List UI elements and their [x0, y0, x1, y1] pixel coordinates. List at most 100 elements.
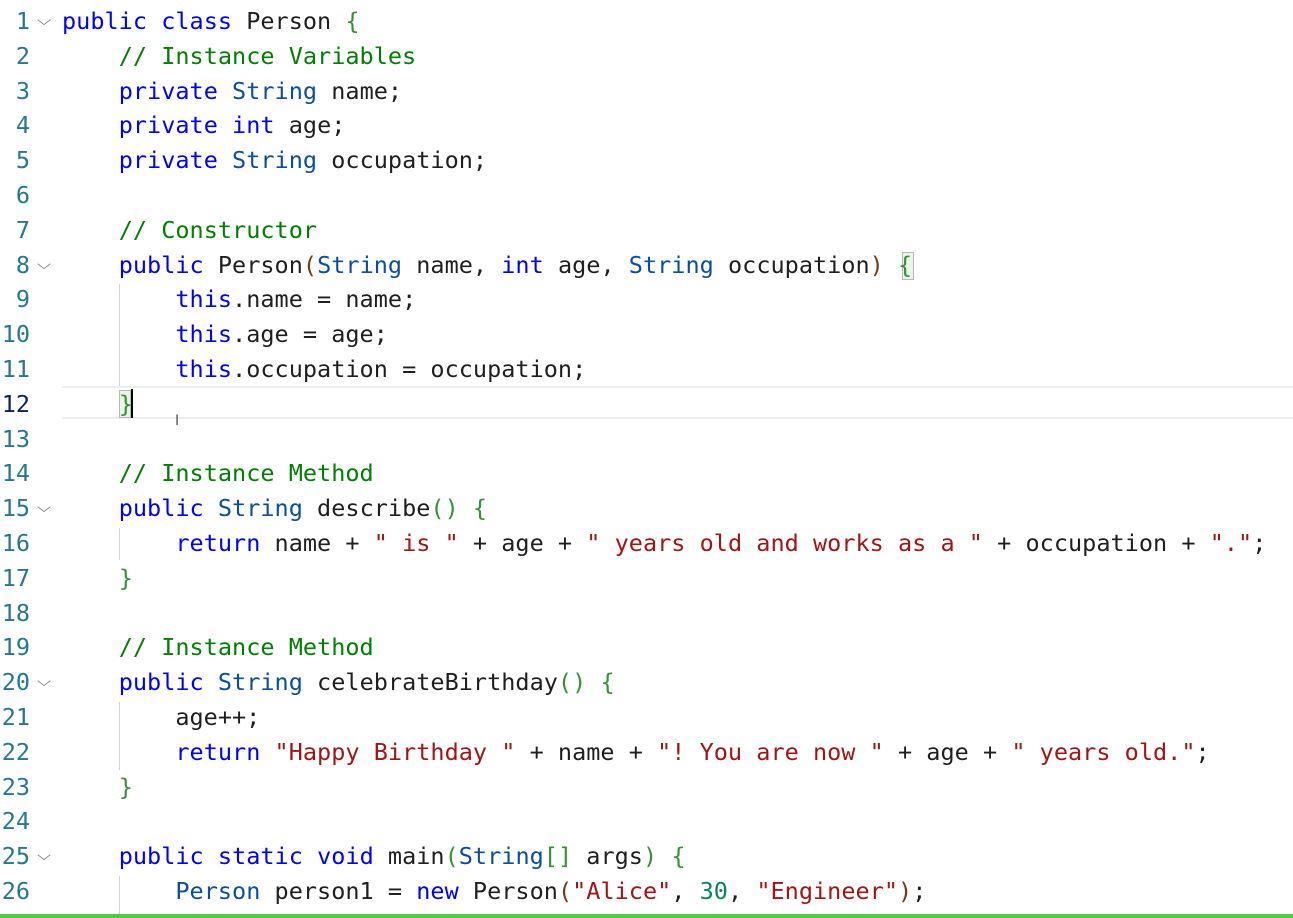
line-number: 15	[1, 494, 30, 523]
code-text[interactable]: return name + " is " + age + " years old…	[62, 526, 1266, 561]
code-text[interactable]: Person person1 = new Person("Alice", 30,…	[62, 874, 926, 909]
code-line[interactable]: 7 // Constructor	[0, 213, 1293, 248]
code-token: String	[317, 250, 403, 279]
code-text[interactable]: // Instance Method	[62, 456, 374, 491]
code-token: name;	[317, 76, 403, 105]
code-token: // Instance Method	[118, 633, 374, 662]
code-text[interactable]: // Instance Variables	[62, 39, 417, 74]
code-line[interactable]: 4 private int age;	[0, 108, 1293, 143]
code-text[interactable]: return "Happy Birthday " + name + "! You…	[62, 735, 1210, 770]
code-line[interactable]: 8 ⌵ public Person(String name, int age, S…	[0, 248, 1293, 283]
line-number: 9	[15, 285, 30, 314]
line-number: 10	[1, 320, 30, 349]
code-editor[interactable]: 1 ⌵ public class Person {2 // Instance Var…	[0, 0, 1293, 918]
code-line[interactable]: 13	[0, 422, 1293, 457]
code-line[interactable]: 5 private String occupation;	[0, 143, 1293, 178]
code-text[interactable]: private int age;	[62, 108, 346, 143]
code-line[interactable]: 15 ⌵ public String describe() {	[0, 491, 1293, 526]
code-token: + occupation +	[982, 528, 1210, 557]
chevron-down-icon[interactable]: ⌵	[34, 491, 55, 526]
code-line[interactable]: 9 this.name = name;	[0, 282, 1293, 317]
code-line[interactable]: 20 ⌵ public String celebrateBirthday() {	[0, 665, 1293, 700]
code-line[interactable]: 22 return "Happy Birthday " + name + "! …	[0, 735, 1293, 770]
code-line[interactable]: 18	[0, 596, 1293, 631]
code-line[interactable]: 21 age++;	[0, 700, 1293, 735]
code-line[interactable]: 24	[0, 804, 1293, 839]
code-text[interactable]: private String occupation;	[62, 143, 487, 178]
code-text[interactable]: this.occupation = occupation;	[62, 352, 586, 387]
code-text[interactable]: public String describe() {	[62, 491, 487, 526]
code-line[interactable]: 3 private String name;	[0, 74, 1293, 109]
code-token: "! You are now "	[657, 737, 884, 766]
code-token: + age +	[458, 528, 587, 557]
code-text[interactable]: public String celebrateBirthday() {	[62, 665, 615, 700]
code-token: int	[232, 111, 275, 140]
code-token: // Instance Method	[118, 459, 374, 488]
code-token: public	[118, 494, 204, 523]
code-token: int	[501, 250, 544, 279]
code-line[interactable]: 16 return name + " is " + age + " years …	[0, 526, 1293, 561]
code-token: ;	[1252, 528, 1267, 557]
code-text[interactable]: this.name = name;	[62, 282, 416, 317]
code-token: {	[898, 250, 913, 279]
code-text[interactable]: age++;	[62, 700, 260, 735]
code-line[interactable]: 19 // Instance Method	[0, 630, 1293, 665]
chevron-down-icon[interactable]: ⌵	[34, 665, 55, 700]
code-text[interactable]: }	[62, 387, 133, 422]
code-text[interactable]: // Instance Method	[62, 630, 374, 665]
code-token: class	[161, 7, 233, 35]
chevron-down-icon[interactable]: ⌵	[34, 839, 55, 874]
code-token: return	[175, 528, 261, 557]
code-token: args	[572, 842, 643, 871]
code-token: "."	[1209, 528, 1253, 557]
code-text[interactable]: private String name;	[62, 74, 402, 109]
editor-bottom-border	[0, 914, 1293, 918]
code-text[interactable]: }	[62, 561, 133, 596]
code-text[interactable]: this.age = age;	[62, 317, 388, 352]
code-line[interactable]: 17 }	[0, 561, 1293, 596]
code-token: return	[175, 737, 261, 766]
code-token: private	[118, 111, 218, 140]
code-line[interactable]: 23 }	[0, 770, 1293, 805]
code-token: String	[217, 494, 303, 523]
code-text[interactable]: }	[62, 770, 133, 805]
code-token: + name +	[515, 737, 658, 766]
code-line[interactable]: 10 this.age = age;	[0, 317, 1293, 352]
line-number: 18	[1, 598, 30, 627]
code-line[interactable]: 6	[0, 178, 1293, 213]
code-text[interactable]: public Person(String name, int age, Stri…	[62, 248, 912, 283]
code-line[interactable]: 12 }	[0, 387, 1293, 422]
chevron-down-icon[interactable]: ⌵	[34, 248, 55, 283]
code-line[interactable]: 2 // Instance Variables	[0, 39, 1293, 74]
code-text[interactable]: // Constructor	[62, 213, 317, 248]
code-line[interactable]: 1 ⌵ public class Person {	[0, 4, 1293, 39]
code-line[interactable]: 11 this.occupation = occupation;	[0, 352, 1293, 387]
code-token: }	[118, 772, 133, 801]
code-lines[interactable]: 1 ⌵ public class Person {2 // Instance Var…	[0, 4, 1293, 909]
code-token: (	[302, 250, 318, 279]
code-token: name +	[260, 528, 374, 557]
code-text[interactable]: public static void main(String[] args) {	[62, 839, 686, 874]
line-number: 23	[1, 772, 30, 801]
line-number: 25	[1, 842, 30, 871]
code-line[interactable]: 25 ⌵ public static void main(String[] arg…	[0, 839, 1293, 874]
code-line[interactable]: 26 Person person1 = new Person("Alice", …	[0, 874, 1293, 909]
code-line[interactable]: 14 // Instance Method	[0, 456, 1293, 491]
code-text[interactable]: public class Person {	[62, 4, 360, 39]
chevron-down-icon[interactable]: ⌵	[34, 4, 55, 39]
